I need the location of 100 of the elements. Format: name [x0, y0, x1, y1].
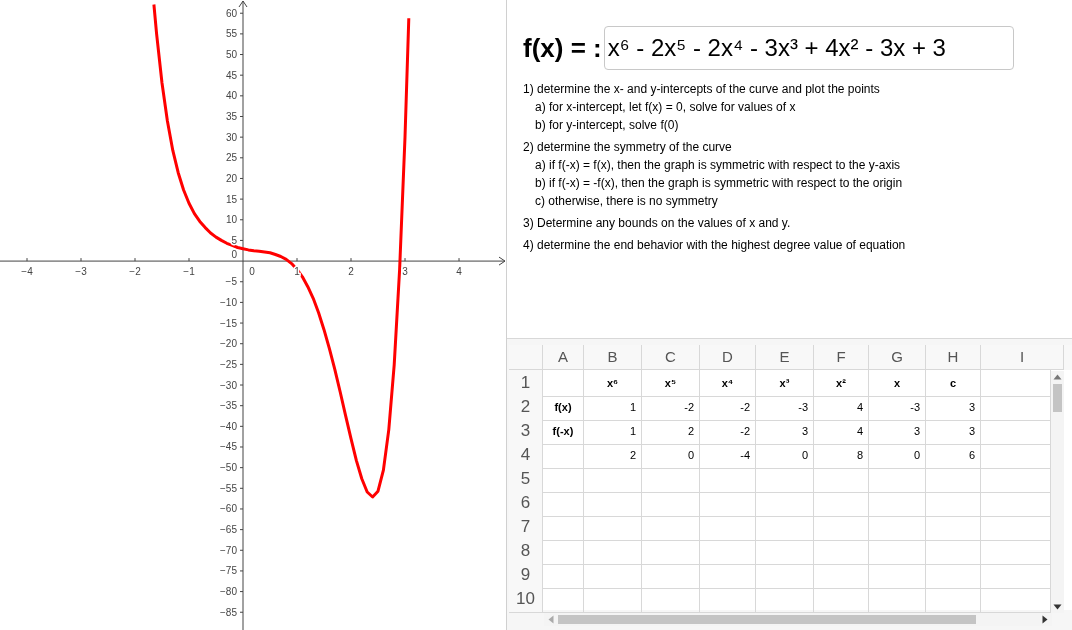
empty-cell[interactable]	[642, 538, 700, 565]
column-header[interactable]: H	[926, 345, 981, 370]
empty-cell[interactable]	[869, 538, 926, 565]
table-cell[interactable]: 2	[642, 418, 700, 445]
empty-cell[interactable]	[584, 562, 642, 589]
table-cell[interactable]: 1	[584, 394, 642, 421]
row-header[interactable]: 9	[509, 562, 543, 589]
empty-cell[interactable]	[869, 514, 926, 541]
table-cell[interactable]: 3	[926, 418, 981, 445]
row-header[interactable]: 7	[509, 514, 543, 541]
empty-cell[interactable]	[756, 514, 814, 541]
empty-cell[interactable]	[814, 514, 869, 541]
table-cell[interactable]: -4	[700, 442, 756, 469]
scroll-right-icon[interactable]	[1042, 615, 1048, 624]
table-cell[interactable]: 1	[584, 418, 642, 445]
formula-input-field[interactable]: x⁶ - 2x⁵ - 2x⁴ - 3x³ + 4x² - 3x + 3	[603, 26, 1014, 70]
row-header[interactable]: 6	[509, 490, 543, 517]
empty-cell[interactable]	[814, 562, 869, 589]
row-header[interactable]: 8	[509, 538, 543, 565]
table-cell[interactable]: f(-x)	[543, 418, 584, 445]
table-cell[interactable]: 2	[584, 442, 642, 469]
table-cell[interactable]: 0	[642, 442, 700, 469]
table-cell[interactable]: c	[926, 370, 981, 397]
column-header[interactable]: G	[869, 345, 926, 370]
empty-cell[interactable]	[869, 490, 926, 517]
table-cell[interactable]: 4	[814, 418, 869, 445]
empty-cell[interactable]	[756, 466, 814, 493]
empty-cell[interactable]	[700, 562, 756, 589]
empty-cell[interactable]	[814, 490, 869, 517]
empty-cell[interactable]	[642, 586, 700, 613]
table-cell[interactable]: -2	[700, 394, 756, 421]
empty-cell[interactable]	[700, 538, 756, 565]
column-header[interactable]: A	[543, 345, 584, 370]
empty-cell[interactable]	[700, 514, 756, 541]
scrollbar-thumb[interactable]	[558, 615, 976, 624]
empty-cell[interactable]	[584, 466, 642, 493]
empty-cell[interactable]	[926, 490, 981, 517]
table-cell[interactable]: x⁶	[584, 370, 642, 397]
table-cell[interactable]: 3	[926, 394, 981, 421]
column-header[interactable]: E	[756, 345, 814, 370]
tick-label: 3	[402, 266, 408, 278]
empty-cell[interactable]	[869, 586, 926, 613]
empty-cell[interactable]	[926, 466, 981, 493]
empty-cell[interactable]	[584, 490, 642, 517]
table-cell[interactable]: 0	[756, 442, 814, 469]
row-header[interactable]: 3	[509, 418, 543, 445]
vertical-scrollbar[interactable]	[1051, 371, 1064, 613]
table-cell[interactable]: x	[869, 370, 926, 397]
table-cell[interactable]: x²	[814, 370, 869, 397]
row-header[interactable]: 5	[509, 466, 543, 493]
scroll-left-icon[interactable]	[548, 615, 554, 624]
row-header[interactable]: 2	[509, 394, 543, 421]
empty-cell[interactable]	[642, 514, 700, 541]
table-cell[interactable]: x⁴	[700, 370, 756, 397]
table-cell[interactable]: f(x)	[543, 394, 584, 421]
table-cell[interactable]: 3	[756, 418, 814, 445]
table-cell[interactable]: -2	[642, 394, 700, 421]
table-cell[interactable]: -2	[700, 418, 756, 445]
empty-cell[interactable]	[756, 562, 814, 589]
empty-cell[interactable]	[814, 466, 869, 493]
column-header[interactable]: B	[584, 345, 642, 370]
empty-cell[interactable]	[869, 466, 926, 493]
column-header[interactable]: F	[814, 345, 869, 370]
column-header[interactable]: D	[700, 345, 756, 370]
empty-cell[interactable]	[642, 562, 700, 589]
empty-cell[interactable]	[584, 586, 642, 613]
empty-cell[interactable]	[642, 490, 700, 517]
empty-cell[interactable]	[756, 538, 814, 565]
empty-cell[interactable]	[584, 514, 642, 541]
row-header[interactable]: 10	[509, 586, 543, 613]
column-header[interactable]: C	[642, 345, 700, 370]
empty-cell[interactable]	[814, 586, 869, 613]
column-header[interactable]: I	[981, 345, 1064, 370]
empty-cell[interactable]	[584, 538, 642, 565]
empty-cell[interactable]	[926, 562, 981, 589]
empty-cell[interactable]	[700, 490, 756, 517]
scrollbar-thumb[interactable]	[1053, 384, 1062, 412]
empty-cell[interactable]	[756, 586, 814, 613]
empty-cell[interactable]	[869, 562, 926, 589]
scroll-down-icon[interactable]	[1053, 604, 1062, 610]
empty-cell[interactable]	[926, 586, 981, 613]
table-cell[interactable]: x³	[756, 370, 814, 397]
empty-cell[interactable]	[756, 490, 814, 517]
scroll-up-icon[interactable]	[1053, 374, 1062, 380]
row-header[interactable]: 4	[509, 442, 543, 469]
empty-cell[interactable]	[814, 538, 869, 565]
empty-cell[interactable]	[642, 466, 700, 493]
table-cell[interactable]: -3	[869, 394, 926, 421]
empty-cell[interactable]	[700, 466, 756, 493]
table-cell[interactable]: 4	[814, 394, 869, 421]
table-cell[interactable]: -3	[756, 394, 814, 421]
empty-cell[interactable]	[926, 538, 981, 565]
table-cell[interactable]: 8	[814, 442, 869, 469]
table-cell[interactable]: 0	[869, 442, 926, 469]
table-cell[interactable]: 3	[869, 418, 926, 445]
row-header[interactable]: 1	[509, 370, 543, 397]
table-cell[interactable]: x⁵	[642, 370, 700, 397]
empty-cell[interactable]	[700, 586, 756, 613]
table-cell[interactable]: 6	[926, 442, 981, 469]
empty-cell[interactable]	[926, 514, 981, 541]
